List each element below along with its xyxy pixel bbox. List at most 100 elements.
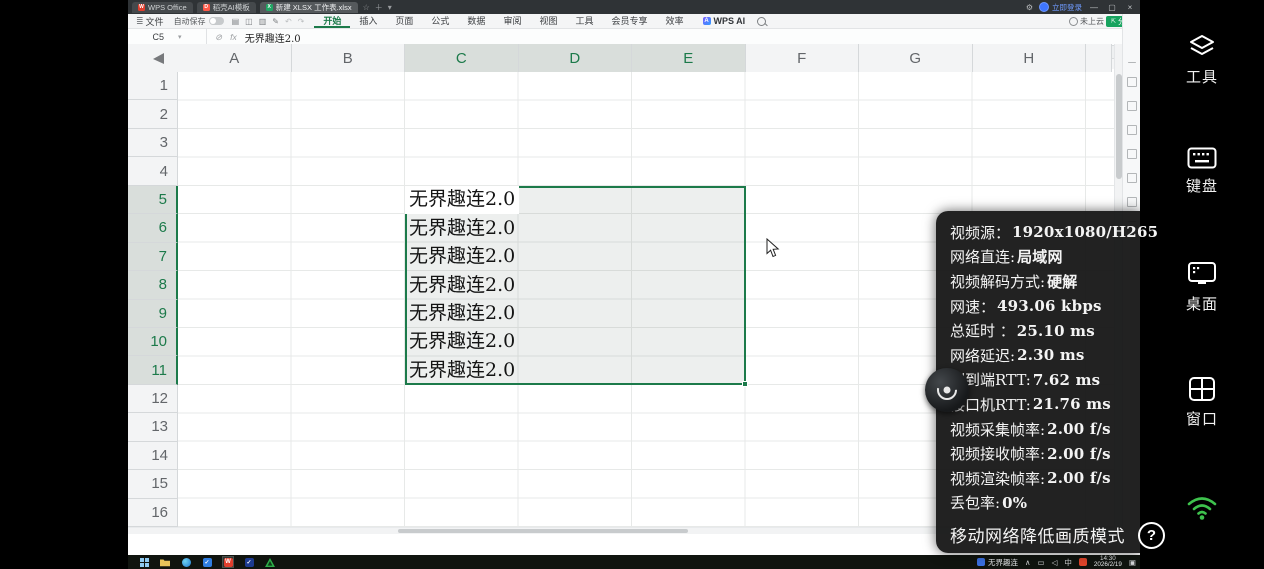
row-header-4[interactable]: 4: [128, 157, 178, 185]
settings-gear-icon[interactable]: ⚙: [1026, 3, 1033, 12]
cell-C6[interactable]: 无界趣连2.0: [409, 217, 515, 240]
wps-ai-button[interactable]: A WPS AI: [703, 16, 746, 26]
tab-docer[interactable]: D 稻壳AI模板: [197, 2, 256, 13]
tab-list-caret-icon[interactable]: ▾: [388, 3, 392, 12]
panel-icon[interactable]: [1127, 197, 1137, 207]
rail-item-tools[interactable]: 工具: [1140, 34, 1264, 87]
row-header-6[interactable]: 6: [128, 214, 178, 242]
formula-value[interactable]: 无界趣连2.0: [245, 30, 301, 45]
screen: { "window": { "app_tabs": [ { "label": "…: [0, 0, 1264, 569]
row-header-16[interactable]: 16: [128, 499, 178, 527]
menu-tab-效率[interactable]: 效率: [657, 14, 693, 28]
cell-C5[interactable]: 无界趣连2.0: [409, 188, 515, 211]
rail-item-keyboard[interactable]: 键盘: [1140, 147, 1264, 196]
start-button[interactable]: [139, 557, 149, 567]
undo-icon[interactable]: ↶: [285, 17, 292, 26]
fx-icon[interactable]: fx: [230, 32, 237, 43]
close-button[interactable]: ×: [1124, 3, 1136, 12]
wps-taskbar-button[interactable]: W: [223, 557, 233, 567]
row-header-15[interactable]: 15: [128, 470, 178, 498]
panel-icon[interactable]: [1127, 101, 1137, 111]
column-header-B[interactable]: B: [292, 44, 406, 72]
panel-icon[interactable]: [1127, 77, 1137, 87]
name-box[interactable]: C5 ▾: [128, 29, 207, 45]
tray-red-app-icon[interactable]: [1079, 558, 1087, 566]
cell-C9[interactable]: 无界趣连2.0: [409, 302, 515, 325]
tab-wps-home[interactable]: W WPS Office: [132, 2, 193, 13]
menu-tab-视图[interactable]: 视图: [530, 14, 566, 28]
browser-button[interactable]: [181, 557, 191, 567]
row-header-3[interactable]: 3: [128, 129, 178, 157]
cell-C7[interactable]: 无界趣连2.0: [409, 245, 515, 268]
app-green-button[interactable]: [265, 557, 275, 567]
tray-expand-icon[interactable]: ∧: [1025, 558, 1031, 567]
panel-icon[interactable]: [1128, 62, 1136, 63]
column-header-A[interactable]: A: [178, 44, 292, 72]
panel-icon[interactable]: [1127, 125, 1137, 135]
login-button[interactable]: 立即登录: [1039, 2, 1082, 13]
panel-icon[interactable]: [1127, 149, 1137, 159]
app-blue-check-button[interactable]: ✓: [202, 557, 212, 567]
panel-icon[interactable]: [1127, 173, 1137, 183]
row-header-9[interactable]: 9: [128, 300, 178, 328]
row-header-13[interactable]: 13: [128, 413, 178, 441]
file-menu-button[interactable]: ≣ 文件: [136, 15, 164, 28]
rail-item-desktop[interactable]: 桌面: [1140, 261, 1264, 314]
menu-tab-数据[interactable]: 数据: [458, 14, 494, 28]
rail-item-network[interactable]: [1140, 492, 1264, 522]
ime-indicator[interactable]: 中: [1064, 557, 1072, 568]
menu-tab-开始[interactable]: 开始: [314, 14, 350, 28]
menu-tab-插入[interactable]: 插入: [350, 14, 386, 28]
cell-C8[interactable]: 无界趣连2.0: [409, 274, 515, 297]
cell-C10[interactable]: 无界趣连2.0: [409, 330, 515, 353]
horizontal-scroll-thumb[interactable]: [398, 529, 688, 533]
row-header-11[interactable]: 11: [128, 356, 178, 384]
menu-tab-审阅[interactable]: 审阅: [494, 14, 530, 28]
column-header-partial[interactable]: [1086, 44, 1112, 72]
taskbar-clock[interactable]: 14:30 2026/2/19: [1094, 556, 1122, 569]
favorite-star-icon[interactable]: ☆: [363, 3, 370, 12]
column-header-C[interactable]: C: [405, 44, 519, 72]
print-icon[interactable]: ▥: [259, 17, 267, 26]
display-icon[interactable]: ▭: [1038, 558, 1045, 567]
notification-icon[interactable]: ▣: [1129, 558, 1136, 567]
save-icon[interactable]: ▤: [232, 17, 240, 26]
search-icon[interactable]: [757, 17, 766, 26]
assistive-floating-ball[interactable]: [925, 368, 969, 412]
help-button[interactable]: ?: [1138, 522, 1165, 549]
app-navy-check-button[interactable]: ✓: [244, 557, 254, 567]
row-header-8[interactable]: 8: [128, 271, 178, 299]
redo-icon[interactable]: ↷: [298, 17, 305, 26]
row-header-14[interactable]: 14: [128, 442, 178, 470]
menu-tab-会员专享[interactable]: 会员专享: [602, 14, 656, 28]
row-header-5[interactable]: 5: [128, 186, 178, 214]
cancel-icon[interactable]: ⊘: [215, 32, 222, 43]
row-header-12[interactable]: 12: [128, 385, 178, 413]
row-header-10[interactable]: 10: [128, 328, 178, 356]
format-painter-icon[interactable]: ✎: [272, 17, 279, 26]
tab-document[interactable]: X 新建 XLSX 工作表.xlsx: [260, 2, 358, 13]
menu-tab-工具[interactable]: 工具: [566, 14, 602, 28]
restore-button[interactable]: ▢: [1106, 3, 1118, 12]
new-tab-button[interactable]: ＋: [375, 2, 383, 13]
volume-icon[interactable]: ◁: [1052, 558, 1058, 567]
row-header-2[interactable]: 2: [128, 100, 178, 128]
column-header-H[interactable]: H: [973, 44, 1087, 72]
column-header-F[interactable]: F: [746, 44, 860, 72]
row-header-1[interactable]: 1: [128, 72, 178, 100]
rail-item-windows[interactable]: 窗口: [1140, 376, 1264, 429]
tray-app-button[interactable]: 无界趣连: [977, 557, 1018, 568]
cell-C11[interactable]: 无界趣连2.0: [409, 359, 515, 382]
column-header-G[interactable]: G: [859, 44, 973, 72]
row-header-7[interactable]: 7: [128, 243, 178, 271]
minimize-button[interactable]: —: [1088, 3, 1100, 12]
menu-tab-页面[interactable]: 页面: [386, 14, 422, 28]
export-icon[interactable]: ◫: [245, 17, 253, 26]
select-all-corner[interactable]: [128, 44, 179, 73]
fill-handle[interactable]: [742, 381, 748, 387]
menu-tab-公式[interactable]: 公式: [422, 14, 458, 28]
column-header-E[interactable]: E: [632, 44, 746, 72]
autosave-toggle[interactable]: [209, 17, 224, 25]
file-explorer-button[interactable]: [160, 557, 170, 567]
column-header-D[interactable]: D: [519, 44, 633, 72]
